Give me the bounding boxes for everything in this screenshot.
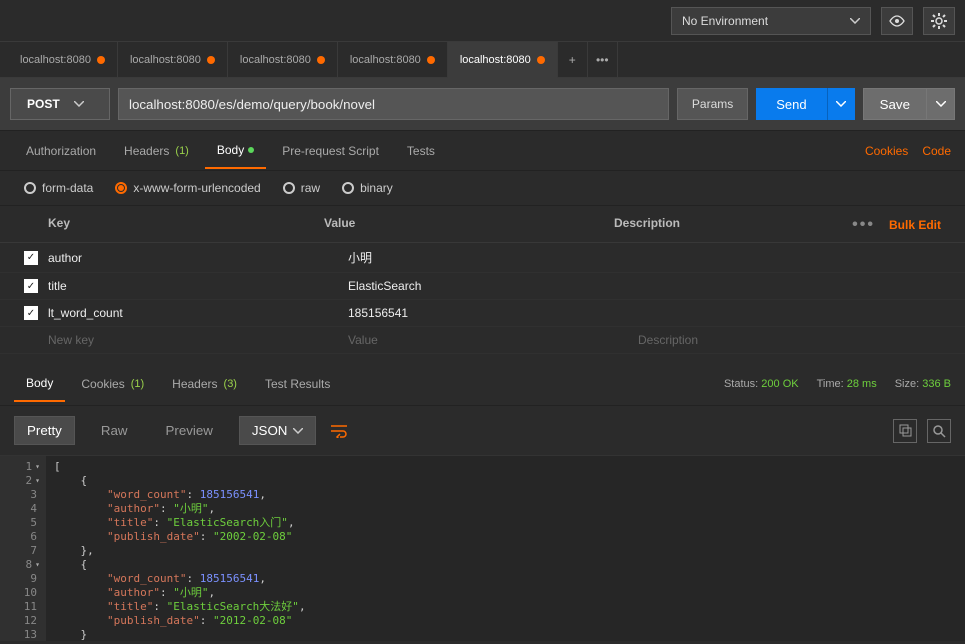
kv-body: ✓ author小明 ✓ titleElasticSearch ✓ lt_word_cou… [0, 243, 965, 354]
request-tab[interactable]: localhost:8080 [338, 42, 448, 78]
cookies-link[interactable]: Cookies [865, 144, 908, 158]
kv-col-desc: Description [614, 216, 680, 234]
resp-tab-headers[interactable]: Headers(3) [160, 366, 249, 402]
eye-icon[interactable] [881, 7, 913, 35]
kv-value[interactable]: ElasticSearch [348, 279, 638, 293]
request-tab[interactable]: localhost:8080 [8, 42, 118, 78]
kv-row: ✓ author小明 [0, 243, 965, 273]
row-checkbox[interactable]: ✓ [24, 251, 38, 265]
method-label: POST [27, 97, 60, 111]
row-checkbox[interactable]: ✓ [24, 279, 38, 293]
save-dropdown[interactable] [927, 88, 955, 120]
request-tab[interactable]: localhost:8080 [118, 42, 228, 78]
tab-label: localhost:8080 [130, 54, 201, 66]
send-dropdown[interactable] [827, 88, 855, 120]
response-toolbar: Pretty Raw Preview JSON [0, 406, 965, 455]
response-body: 1▾2▾345678▾91011121314 [ { "word_count":… [0, 455, 965, 641]
gear-icon[interactable] [923, 7, 955, 35]
method-select[interactable]: POST [10, 88, 110, 120]
size-value: 336 B [922, 378, 951, 390]
tab-label: localhost:8080 [20, 54, 91, 66]
kv-header: Key Value Description ••• Bulk Edit [0, 206, 965, 243]
chevron-down-icon [74, 101, 84, 107]
send-button[interactable]: Send [756, 88, 826, 120]
kv-value[interactable]: 185156541 [348, 306, 638, 320]
tab-label: localhost:8080 [460, 54, 531, 66]
kv-value[interactable]: 小明 [348, 249, 638, 266]
radio-binary[interactable]: binary [342, 181, 393, 195]
save-button[interactable]: Save [863, 88, 927, 120]
tab-body[interactable]: Body [205, 133, 266, 169]
new-tab-button[interactable]: + [558, 42, 588, 78]
dirty-dot-icon [207, 56, 215, 64]
search-icon[interactable] [927, 419, 951, 443]
dirty-dot-icon [248, 147, 254, 153]
tab-authorization[interactable]: Authorization [14, 133, 108, 169]
view-preview[interactable]: Preview [153, 417, 224, 444]
url-input[interactable] [118, 88, 669, 120]
tabs-overflow-icon[interactable]: ••• [588, 42, 618, 78]
environment-select[interactable]: No Environment [671, 7, 871, 35]
view-pretty[interactable]: Pretty [14, 416, 75, 445]
dirty-dot-icon [427, 56, 435, 64]
request-line: POST Params Send Save [0, 78, 965, 131]
time-value: 28 ms [847, 378, 877, 390]
kv-col-key: Key [24, 216, 324, 234]
save-label: Save [880, 97, 910, 112]
code-area[interactable]: [ { "word_count": 185156541, "author": "… [46, 456, 965, 641]
row-checkbox[interactable]: ✓ [24, 306, 38, 320]
bulk-edit-link[interactable]: Bulk Edit [889, 218, 941, 232]
request-tabstrip: localhost:8080 localhost:8080 localhost:80… [0, 42, 965, 78]
params-label: Params [692, 97, 733, 111]
dirty-dot-icon [97, 56, 105, 64]
radio-raw[interactable]: raw [283, 181, 320, 195]
kv-key[interactable]: title [48, 279, 348, 293]
send-label: Send [776, 97, 806, 112]
resp-tab-body[interactable]: Body [14, 366, 65, 402]
kv-key[interactable]: lt_word_count [48, 306, 348, 320]
resp-tab-tests[interactable]: Test Results [253, 366, 342, 402]
view-raw[interactable]: Raw [89, 417, 140, 444]
format-select[interactable]: JSON [239, 416, 317, 445]
request-subtabs: Authorization Headers(1) Body Pre-reques… [0, 131, 965, 171]
tab-label: localhost:8080 [350, 54, 421, 66]
radio-urlencoded[interactable]: x-www-form-urlencoded [115, 181, 260, 195]
kv-row: ✓ titleElasticSearch [0, 273, 965, 300]
kv-more-icon[interactable]: ••• [852, 216, 875, 234]
environment-label: No Environment [682, 14, 768, 28]
dirty-dot-icon [537, 56, 545, 64]
request-tab[interactable]: localhost:8080 [228, 42, 338, 78]
line-gutter: 1▾2▾345678▾91011121314 [0, 456, 46, 641]
tab-tests[interactable]: Tests [395, 133, 447, 169]
request-tab[interactable]: localhost:8080 [448, 42, 558, 78]
wrap-icon[interactable] [330, 424, 348, 438]
params-button[interactable]: Params [677, 88, 748, 120]
response-bar: Body Cookies(1) Headers(3) Test Results … [0, 362, 965, 406]
tab-label: localhost:8080 [240, 54, 311, 66]
kv-col-value: Value [324, 216, 614, 234]
kv-row-new[interactable]: New keyValueDescription [0, 327, 965, 354]
radio-form-data[interactable]: form-data [24, 181, 93, 195]
kv-key[interactable]: author [48, 251, 348, 265]
tab-headers[interactable]: Headers(1) [112, 133, 201, 169]
environment-bar: No Environment [0, 0, 965, 42]
chevron-down-icon [850, 18, 860, 24]
code-link[interactable]: Code [922, 144, 951, 158]
request-tabs-row: localhost:8080 localhost:8080 localhost:80… [0, 42, 965, 78]
tab-prerequest[interactable]: Pre-request Script [270, 133, 391, 169]
copy-icon[interactable] [893, 419, 917, 443]
body-type-radios: form-data x-www-form-urlencoded raw bina… [0, 171, 965, 206]
status-value: 200 OK [761, 378, 798, 390]
kv-row: ✓ lt_word_count185156541 [0, 300, 965, 327]
dirty-dot-icon [317, 56, 325, 64]
resp-tab-cookies[interactable]: Cookies(1) [69, 366, 156, 402]
